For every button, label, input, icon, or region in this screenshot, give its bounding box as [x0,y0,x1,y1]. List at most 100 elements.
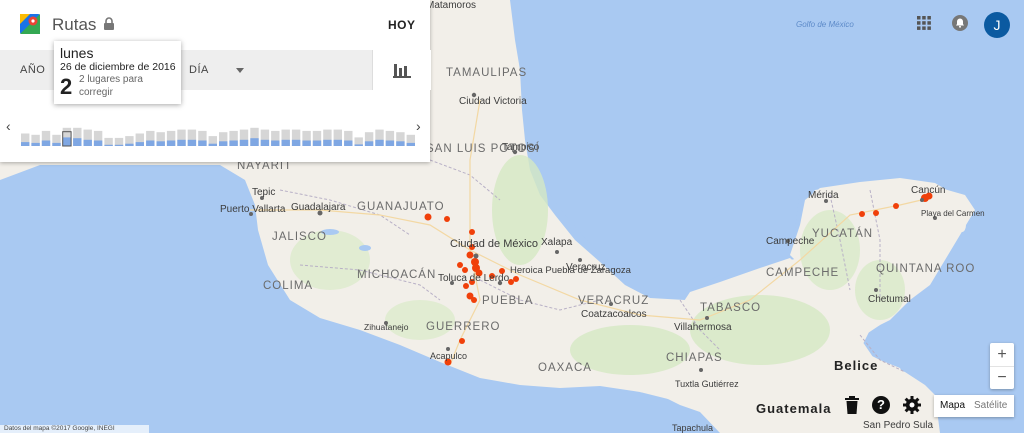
map-label-playa-del-carmen: Playa del Carmen [921,209,985,218]
map-type-map-button[interactable]: Mapa [940,400,965,411]
tab-day[interactable]: DÍA [189,64,209,76]
google-maps-logo-icon [20,14,40,34]
timeline-bar[interactable] [219,141,228,146]
tooltip-count: 2 [60,74,73,99]
chart-view-button[interactable] [372,50,431,90]
timeline-bar[interactable] [62,137,72,146]
map-label-guerrero: GUERRERO [426,321,500,333]
notifications-bell-icon[interactable] [952,15,968,31]
timeline-bar[interactable] [354,144,363,146]
day-tooltip: lunes 26 de diciembre de 2016 2 2 lugare… [54,41,181,104]
map-label-veracruz: VERACRUZ [578,295,649,307]
map-label-belize: Belice [834,358,878,373]
chevron-right-icon[interactable]: › [416,118,421,134]
timeline-bar[interactable] [198,140,207,147]
map-label-puebla: PUEBLA [482,295,533,307]
map-attribution: Datos del mapa ©2017 Google, INEGI [0,425,149,433]
timeline-bar[interactable] [93,140,103,147]
timeline-bar[interactable] [250,138,259,146]
timeline-bar[interactable] [333,139,342,146]
timeline-bar[interactable] [83,139,92,146]
map-label-ciudad-victoria: Ciudad Victoria [459,96,527,107]
map-label-guatemala: Guatemala [756,401,831,416]
gear-icon[interactable] [903,396,921,414]
map-label-chiapas: CHIAPAS [666,352,723,364]
map-label-tuxtla: Tuxtla Gutiérrez [675,379,739,389]
map-label-cancun: Cancún [911,185,945,196]
tooltip-weekday: lunes [60,45,94,61]
map-type-satellite-button[interactable]: Satélite [974,400,1007,411]
timeline-bar[interactable] [187,139,197,146]
timeline-bar[interactable] [344,140,353,147]
bell-icon [956,18,964,28]
timeline-bar[interactable] [385,140,395,147]
map-label-tapachula: Tapachula [672,423,713,433]
tooltip-date: 26 de diciembre de 2016 [60,61,176,73]
map-label-michoacan: MICHOACÁN [357,268,436,281]
timeline-bar[interactable] [239,139,249,146]
timeline-bar[interactable] [364,141,374,146]
timeline-bar[interactable] [125,143,134,146]
map-label-merida: Mérida [808,190,839,201]
timeline-bar[interactable] [21,142,30,146]
timeline-bar[interactable] [375,139,384,146]
map-label-campeche: CAMPECHE [766,267,839,279]
map-label-matamoros: Matamoros [426,0,476,11]
trash-icon[interactable] [845,396,859,414]
timeline-bar[interactable] [166,140,176,147]
map-label-colima: COLIMA [263,280,313,292]
page-title: Rutas [52,15,97,34]
map-label-quintana-roo: QUINTANA ROO [876,263,975,275]
timeline-bar[interactable] [406,142,415,146]
tooltip-note-link[interactable]: 2 lugares para corregir [79,73,179,99]
timeline-bar[interactable] [31,142,40,146]
map-label-tepic: Tepic [252,187,275,198]
map-label-zihuatanejo: Zihuatanejo [364,322,409,332]
chevron-left-icon[interactable]: ‹ [6,118,11,134]
timeline-bar[interactable] [156,141,165,146]
timeline-bar[interactable] [323,139,332,146]
timeline-bar[interactable] [135,142,144,146]
map-label-puerto-vallarta: Puerto Vallarta [220,204,286,215]
map-label-veracruz-city: Veracruz [566,262,605,273]
timeline-bar[interactable] [104,144,113,146]
map-label-san-luis-potosi: SAN LUIS POTOSÍ [426,142,540,155]
map-label-toluca: Toluca de Lerdo [438,273,510,284]
timeline-bar[interactable] [396,141,405,146]
map-label-tamaulipas: TAMAULIPAS [446,67,527,79]
timeline-bar[interactable] [291,139,301,146]
timeline-bar[interactable] [281,139,290,146]
map-type-control: Mapa Satélite [934,395,1014,417]
timeline-bar[interactable] [73,138,82,146]
timeline-bar[interactable] [114,144,124,146]
map-label-jalisco: JALISCO [272,231,327,243]
timeline-bar[interactable] [260,139,270,146]
timeline-bar[interactable] [208,143,217,146]
timeline-bar[interactable] [229,140,238,147]
today-button[interactable]: HOY [388,18,416,32]
timeline-bar[interactable] [146,140,155,147]
account-avatar[interactable]: J [984,12,1010,38]
help-icon[interactable]: ? [872,396,890,414]
timeline-bar[interactable] [302,140,311,147]
timeline-bar[interactable] [177,139,186,146]
map-label-villahermosa: Villahermosa [674,322,732,333]
timeline-bar[interactable] [271,140,280,147]
lake [359,245,371,251]
map-label-oaxaca: OAXACA [538,362,592,374]
map-label-campeche-city: Campeche [766,236,815,247]
bar-chart-icon [393,64,411,78]
timeline-bar[interactable] [41,140,51,147]
tab-year[interactable]: AÑO [20,64,45,76]
map-label-acapulco: Acapulco [430,351,467,361]
apps-grid-icon[interactable] [917,16,931,30]
island [958,218,966,232]
timeline-bar-bg [104,137,113,146]
zoom-in-button[interactable]: + [990,343,1014,367]
timeline-bar[interactable] [312,140,322,147]
park-area [385,300,455,340]
chevron-down-icon[interactable] [236,68,244,73]
zoom-out-button[interactable]: − [990,366,1014,389]
map-label-coatzacoalcos: Coatzacoalcos [581,309,647,320]
timeline-bar[interactable] [52,142,61,146]
